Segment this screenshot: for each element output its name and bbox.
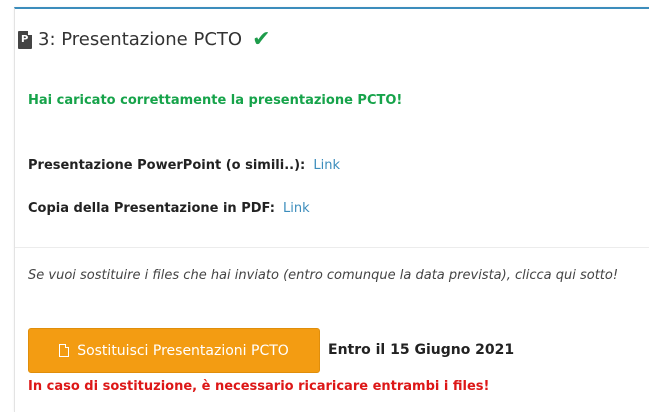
file-powerpoint-icon: P: [18, 31, 32, 49]
replace-button-label: Sostituisci Presentazioni PCTO: [77, 342, 289, 359]
check-icon: ✔: [252, 27, 271, 52]
replace-presentations-button[interactable]: Sostituisci Presentazioni PCTO: [28, 328, 320, 373]
pdf-file-label: Copia della Presentazione in PDF:: [28, 201, 275, 216]
section-divider: [15, 247, 649, 248]
pdf-file-row: Copia della Presentazione in PDF: Link: [28, 201, 310, 216]
pdf-file-link[interactable]: Link: [283, 201, 310, 216]
section-title: 3: Presentazione PCTO: [38, 29, 243, 50]
powerpoint-file-row: Presentazione PowerPoint (o simili..): L…: [28, 158, 340, 173]
powerpoint-file-link[interactable]: Link: [313, 158, 340, 173]
replace-note: Se vuoi sostituire i files che hai invia…: [28, 268, 619, 283]
powerpoint-file-label: Presentazione PowerPoint (o simili..):: [28, 158, 306, 173]
file-pdf-icon: [59, 344, 70, 357]
deadline-text: Entro il 15 Giugno 2021: [328, 342, 515, 358]
success-message: Hai caricato correttamente la presentazi…: [28, 93, 403, 108]
warning-message: In caso di sostituzione, è necessario ri…: [28, 379, 490, 394]
section-header: P 3: Presentazione PCTO ✔: [18, 29, 271, 51]
